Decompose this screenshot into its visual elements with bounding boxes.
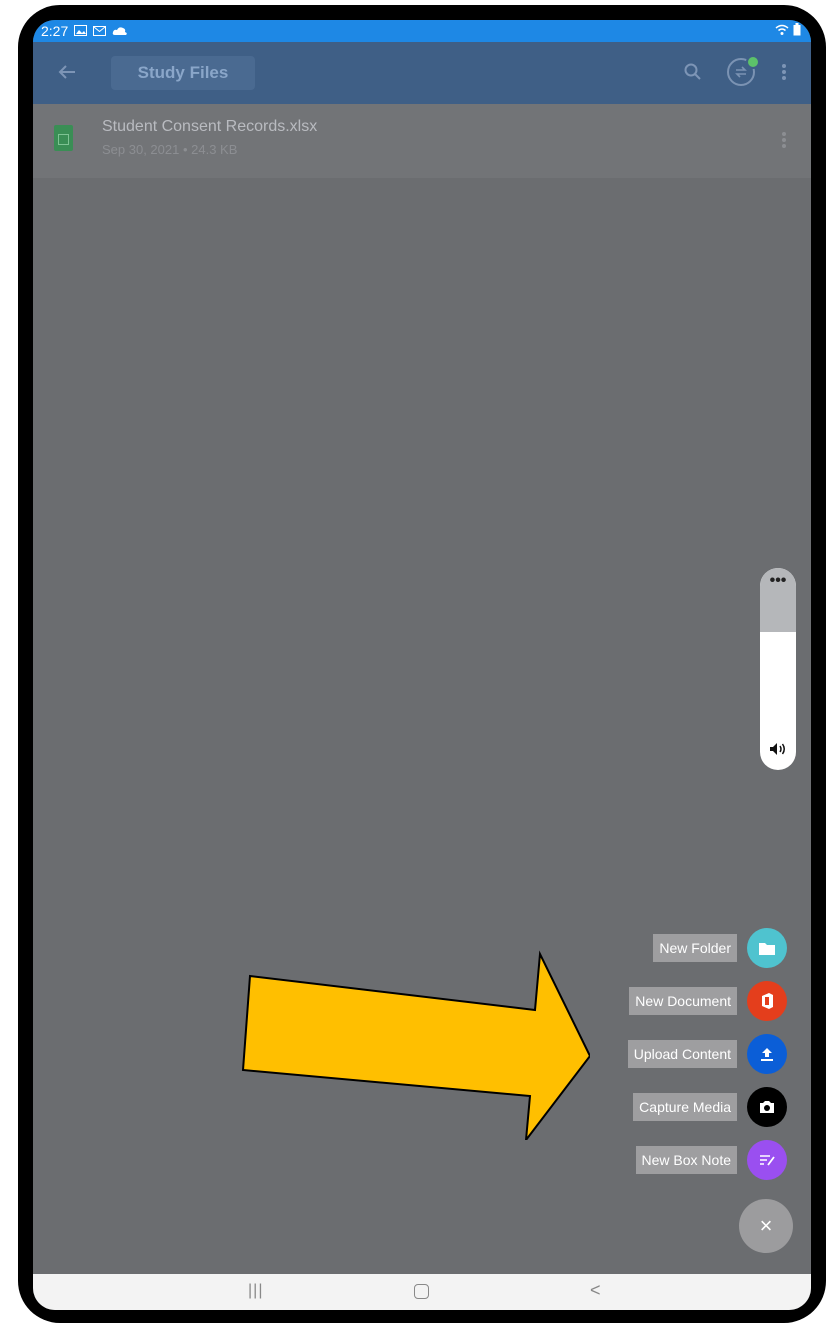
app-bar: Study Files — [33, 42, 811, 104]
battery-icon — [793, 23, 801, 39]
new-box-note-label[interactable]: New Box Note — [635, 1146, 737, 1174]
speaker-icon[interactable] — [769, 742, 787, 761]
office-document-icon[interactable] — [747, 981, 787, 1021]
file-meta: Sep 30, 2021 • 24.3 KB — [102, 142, 238, 157]
wifi-icon — [775, 23, 789, 39]
device-frame: 2:27 Study Files Student Consent Records… — [0, 0, 833, 1328]
recent-apps-icon[interactable]: ||| — [248, 1282, 263, 1300]
fab-item-new-document[interactable]: New Document — [629, 981, 787, 1021]
close-fab-button[interactable]: × — [739, 1199, 793, 1253]
list-item[interactable]: Student Consent Records.xlsx Sep 30, 202… — [33, 104, 811, 178]
upload-icon[interactable] — [747, 1034, 787, 1074]
page-title: Study Files — [111, 56, 255, 90]
volume-panel[interactable]: ••• — [760, 568, 796, 770]
system-nav-bar: ||| < — [33, 1274, 811, 1310]
home-icon[interactable] — [414, 1284, 429, 1299]
file-name: Student Consent Records.xlsx — [102, 118, 318, 135]
file-more-options-icon[interactable] — [781, 130, 787, 155]
search-icon[interactable] — [683, 62, 703, 87]
status-time: 2:27 — [41, 23, 69, 39]
new-folder-label[interactable]: New Folder — [653, 934, 737, 962]
fab-item-upload-content[interactable]: Upload Content — [627, 1034, 787, 1074]
fab-item-capture-media[interactable]: Capture Media — [633, 1087, 787, 1127]
gmail-notification-icon — [93, 23, 107, 39]
folder-icon[interactable] — [747, 928, 787, 968]
fab-item-new-folder[interactable]: New Folder — [653, 928, 787, 968]
more-options-icon[interactable] — [781, 62, 787, 87]
nav-back-icon[interactable]: < — [590, 1280, 601, 1301]
camera-icon[interactable] — [747, 1087, 787, 1127]
capture-media-label[interactable]: Capture Media — [633, 1093, 737, 1121]
status-bar: 2:27 — [33, 20, 811, 42]
sync-status-dot — [746, 55, 760, 69]
volume-more-icon[interactable]: ••• — [760, 572, 796, 590]
cloud-notification-icon — [112, 23, 128, 39]
spreadsheet-file-icon — [54, 125, 73, 151]
upload-content-label[interactable]: Upload Content — [627, 1040, 737, 1068]
annotation-arrow-icon — [241, 950, 590, 1140]
fab-item-new-box-note[interactable]: New Box Note — [635, 1140, 787, 1180]
box-note-icon[interactable] — [747, 1140, 787, 1180]
back-arrow-icon[interactable] — [55, 60, 79, 84]
gallery-notification-icon — [74, 23, 88, 39]
new-document-label[interactable]: New Document — [629, 987, 737, 1015]
